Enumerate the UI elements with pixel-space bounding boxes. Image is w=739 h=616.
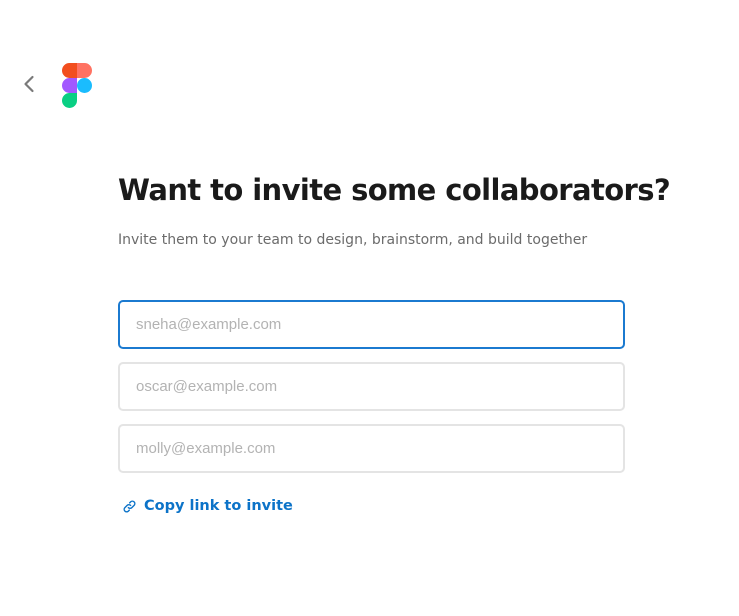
page-subtitle: Invite them to your team to design, brai… xyxy=(118,232,588,248)
copy-link-label: Copy link to invite xyxy=(144,498,293,514)
invite-collaborators-page: Want to invite some collaborators? Invit… xyxy=(0,0,739,616)
email-field-3[interactable] xyxy=(118,424,625,473)
email-field-2[interactable] xyxy=(118,362,625,411)
link-icon xyxy=(122,499,137,514)
copy-link-button[interactable]: Copy link to invite xyxy=(122,496,293,516)
figma-logo-icon xyxy=(62,63,92,108)
chevron-left-icon xyxy=(24,75,34,93)
email-field-1[interactable] xyxy=(118,300,625,349)
back-button[interactable] xyxy=(16,70,42,98)
page-title: Want to invite some collaborators? xyxy=(118,173,671,207)
